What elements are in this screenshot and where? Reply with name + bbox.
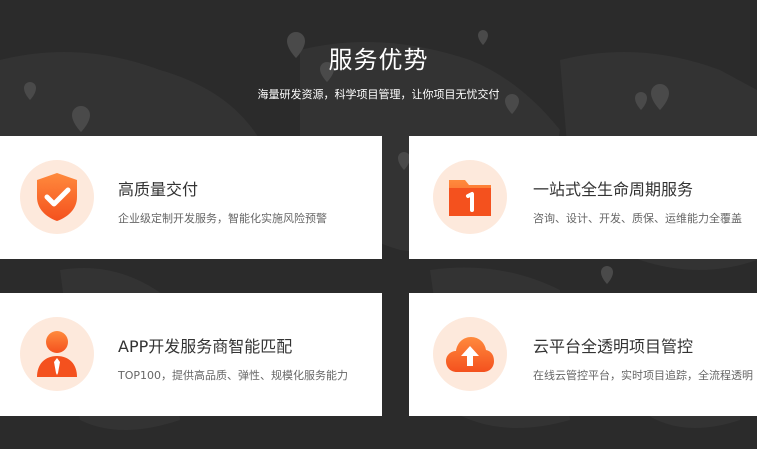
cloud-upload-icon	[446, 337, 494, 372]
card-description: 企业级定制开发服务，智能化实施风险预警	[118, 212, 327, 225]
icon-circle	[20, 160, 94, 234]
map-pin-icon	[601, 266, 613, 284]
card-title: 高质量交付	[118, 180, 199, 199]
icon-circle	[433, 160, 507, 234]
card-title: 一站式全生命周期服务	[533, 180, 694, 199]
card-description: 在线云管控平台，实时项目追踪，全流程透明	[533, 369, 753, 382]
icon-circle	[433, 317, 507, 391]
folder-one-icon	[449, 180, 491, 216]
advantage-card-cloud: 云平台全透明项目管控 在线云管控平台，实时项目追踪，全流程透明	[409, 293, 757, 416]
section-subtitle: 海量研发资源，科学项目管理，让你项目无忧交付	[257, 88, 500, 101]
user-tie-icon	[37, 331, 77, 377]
icon-circle	[20, 317, 94, 391]
advantage-card-lifecycle: 一站式全生命周期服务 咨询、设计、开发、质保、运维能力全覆盖	[409, 136, 757, 259]
card-title: 云平台全透明项目管控	[533, 337, 694, 356]
shield-check-icon	[37, 173, 77, 221]
advantage-card-matching: APP开发服务商智能匹配 TOP100，提供高品质、弹性、规模化服务能力	[0, 293, 382, 416]
advantage-card-quality: 高质量交付 企业级定制开发服务，智能化实施风险预警	[0, 136, 382, 259]
card-description: TOP100，提供高品质、弹性、规模化服务能力	[118, 369, 349, 382]
section-title: 服务优势	[328, 46, 429, 74]
card-title: APP开发服务商智能匹配	[118, 337, 293, 356]
card-description: 咨询、设计、开发、质保、运维能力全覆盖	[533, 212, 742, 225]
